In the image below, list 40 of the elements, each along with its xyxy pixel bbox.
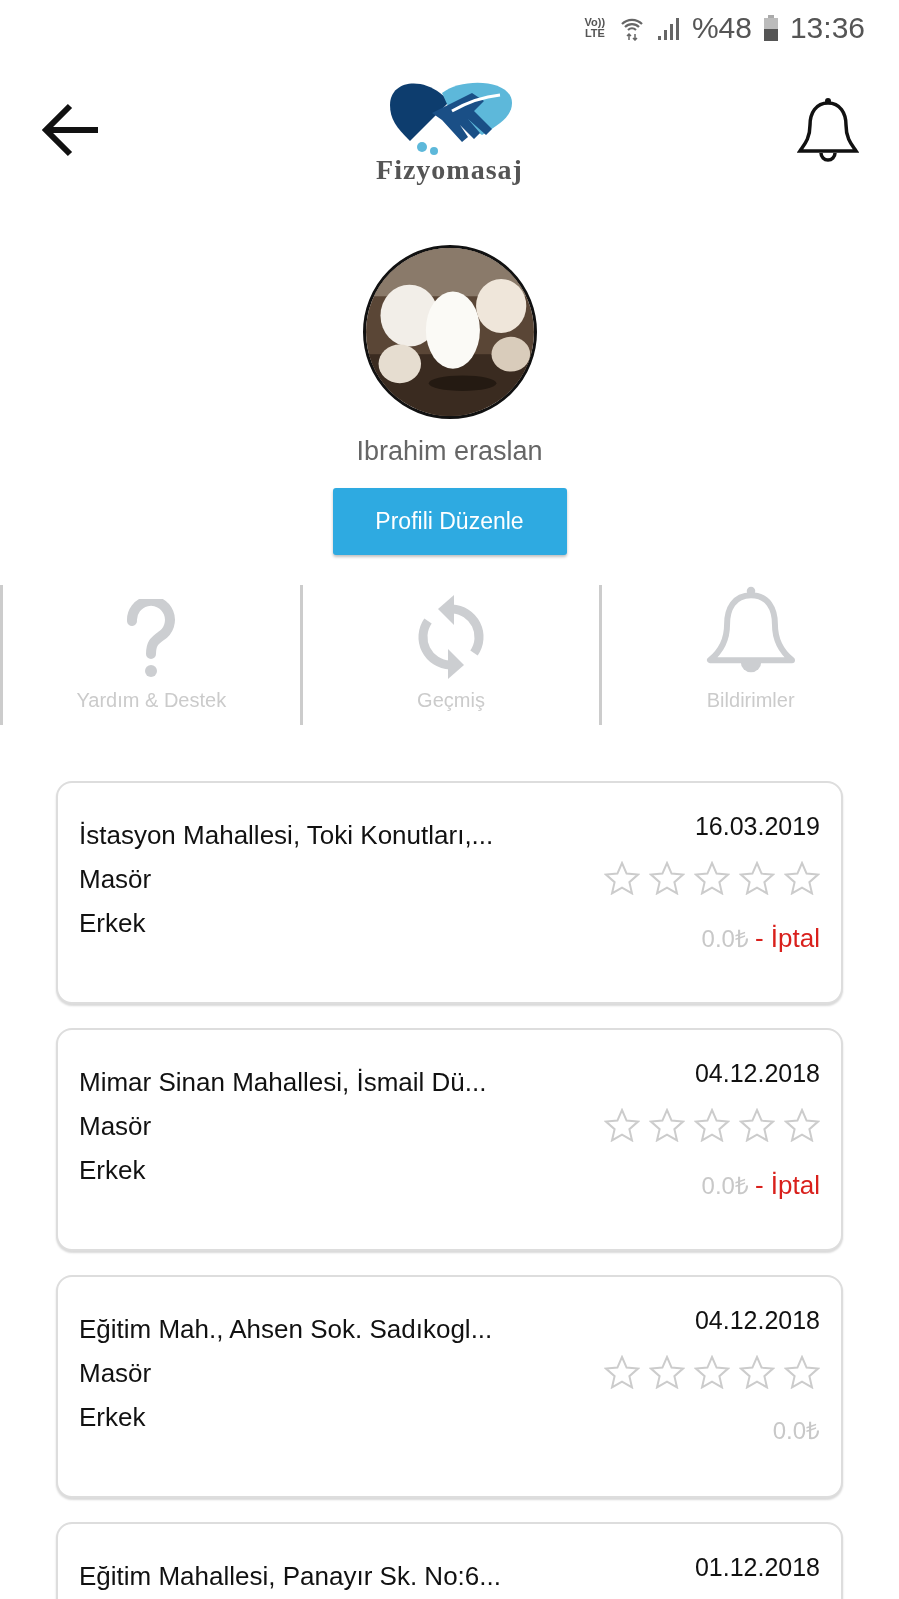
date-text: 04.12.2018	[694, 1057, 820, 1088]
address-text: Mimar Sinan Mahallesi, İsmail Dü...	[79, 1065, 487, 1099]
gender-text: Erkek	[79, 1400, 147, 1434]
date-text: 01.12.2018	[694, 1551, 820, 1582]
logo-text: Fizyomasaj	[376, 155, 523, 185]
question-mark-icon	[126, 598, 177, 679]
star-icon[interactable]	[649, 1107, 685, 1142]
bell-icon[interactable]	[797, 97, 859, 163]
battery-icon	[763, 14, 778, 41]
clock-time: 13:36	[789, 10, 865, 46]
star-icon[interactable]	[739, 1354, 775, 1389]
star-icon[interactable]	[694, 1107, 730, 1142]
appointment-card[interactable]: Eğitim Mahallesi, Panayır Sk. No:6... 01.12.2018	[56, 1521, 843, 1599]
gender-text: Erkek	[79, 906, 147, 940]
star-icon[interactable]	[784, 860, 820, 895]
address-text: Eğitim Mahallesi, Panayır Sk. No:6...	[79, 1559, 501, 1593]
star-icon[interactable]	[649, 1354, 685, 1389]
star-icon[interactable]	[739, 860, 775, 895]
star-icon[interactable]	[694, 1354, 730, 1389]
star-icon[interactable]	[784, 1354, 820, 1389]
profile-name: Ibrahim eraslan	[356, 435, 543, 468]
star-icon[interactable]	[694, 860, 730, 895]
date-text: 16.03.2019	[694, 810, 820, 841]
address-text: Eğitim Mah., Ahsen Sok. Sadıkogl...	[79, 1312, 493, 1346]
star-icon[interactable]	[649, 860, 685, 895]
battery-percent: %48	[691, 10, 752, 46]
status-text: - İptal	[754, 1168, 820, 1202]
role-text: Masör	[79, 862, 153, 896]
star-icon[interactable]	[784, 1107, 820, 1142]
gender-text: Erkek	[79, 1153, 147, 1187]
date-text: 04.12.2018	[694, 1304, 820, 1335]
star-icon[interactable]	[604, 1107, 640, 1142]
star-icon[interactable]	[739, 1107, 775, 1142]
role-text: Masör	[79, 1356, 153, 1390]
star-icon[interactable]	[604, 860, 640, 895]
star-icon[interactable]	[604, 1354, 640, 1389]
role-text: Masör	[79, 1109, 153, 1143]
network-label: Vo)) LTE	[583, 16, 607, 39]
address-text: İstasyon Mahallesi, Toki Konutları,...	[79, 818, 494, 852]
status-text: - İptal	[754, 921, 820, 955]
